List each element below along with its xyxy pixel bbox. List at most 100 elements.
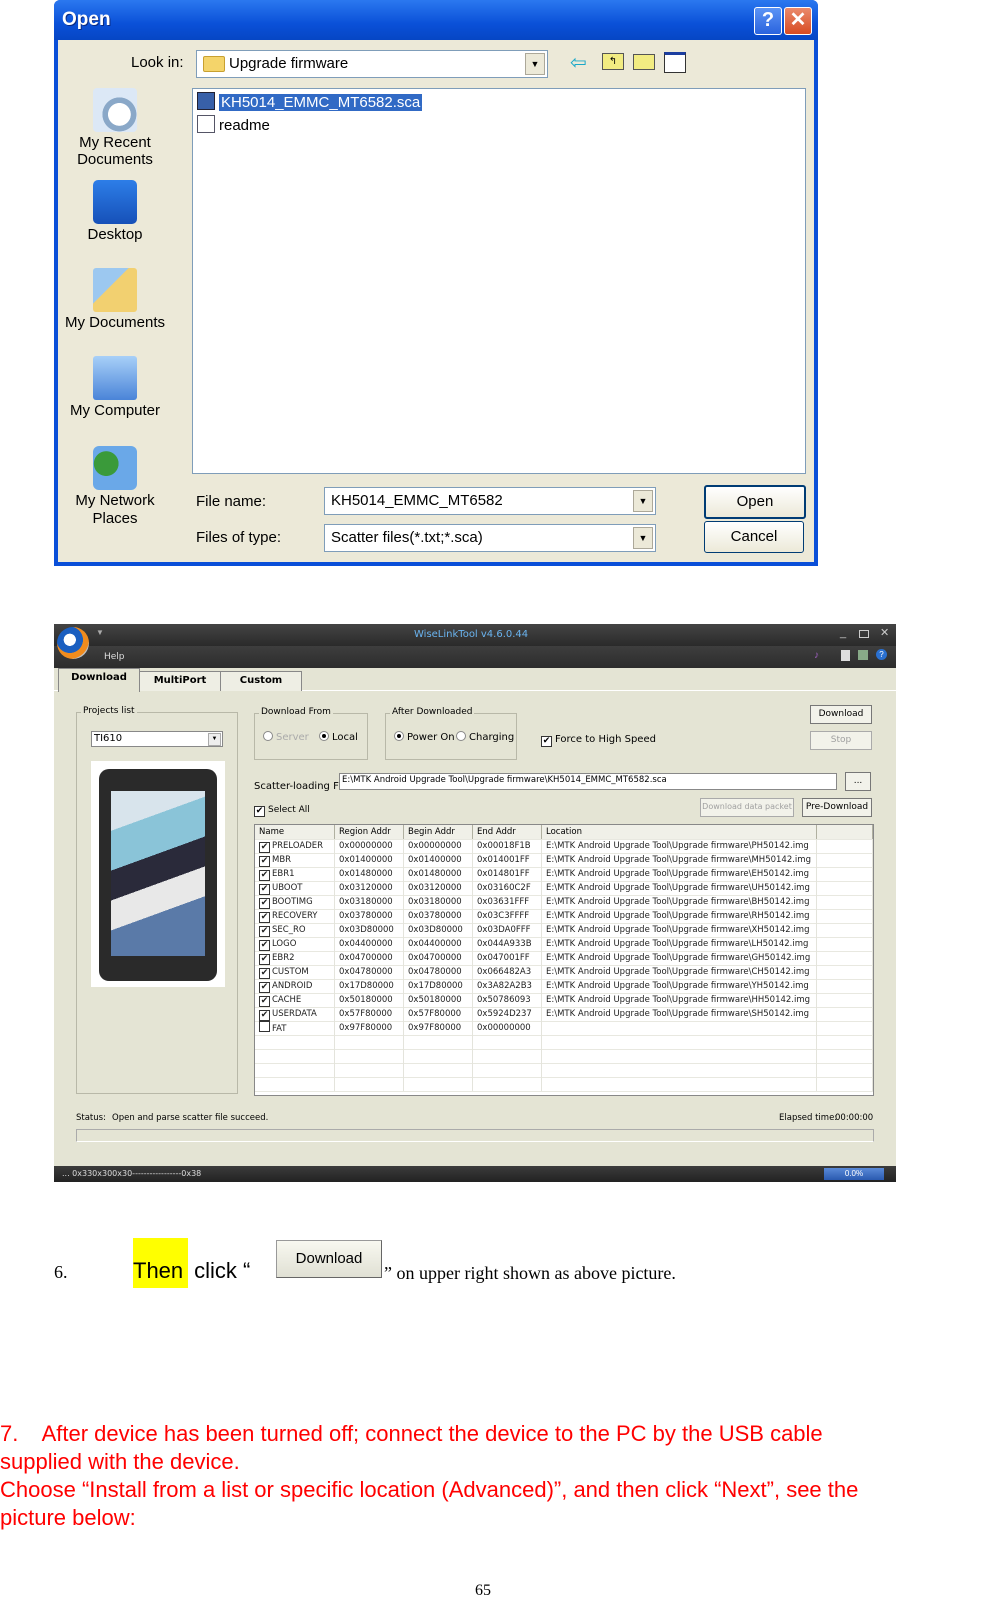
checkbox-checked-icon[interactable]: ✔ [259, 912, 270, 923]
skin-icon[interactable]: ♪ [814, 650, 819, 661]
column-header-region[interactable]: Region Addr [335, 825, 404, 839]
file-name-input[interactable]: KH5014_EMMC_MT6582 ▼ [324, 487, 656, 515]
help-button[interactable]: ? [754, 7, 782, 35]
file-type-dropdown[interactable]: Scatter files(*.txt;*.sca) ▼ [324, 524, 656, 552]
checkbox-checked-icon[interactable]: ✔ [259, 856, 270, 867]
after-downloaded-group: After Downloaded Power On Charging [385, 707, 517, 760]
checkbox-checked-icon[interactable]: ✔ [259, 996, 270, 1007]
checkbox-checked-icon[interactable]: ✔ [259, 968, 270, 979]
network-icon[interactable] [858, 650, 868, 660]
radio-local[interactable]: Local [319, 731, 358, 743]
checkbox-checked-icon[interactable]: ✔ [259, 870, 270, 881]
file-item[interactable]: KH5014_EMMC_MT6582.sca [197, 92, 423, 112]
partition-table[interactable]: Name Region Addr Begin Addr End Addr Loc… [254, 824, 874, 1096]
empty-cell [817, 1035, 873, 1049]
column-header-extra [817, 825, 873, 839]
empty-cell [817, 1049, 873, 1063]
chevron-down-icon[interactable]: ▼ [633, 527, 653, 549]
table-row[interactable]: ✔ LOGO 0x04400000 0x04400000 0x044A933B E:\MT… [255, 937, 873, 952]
view-menu-icon[interactable] [664, 52, 686, 73]
look-in-dropdown[interactable]: Upgrade firmware ▼ [196, 50, 548, 78]
download-data-packet-button[interactable]: Download data packet [700, 798, 794, 817]
table-row[interactable]: ✔ USERDATA 0x57F80000 0x57F80000 0x5924D237 E… [255, 1007, 873, 1022]
radio-label: Local [332, 732, 358, 743]
force-high-speed-checkbox[interactable]: ✔ Force to High Speed [541, 734, 656, 747]
column-header-name[interactable]: Name [255, 825, 335, 839]
column-header-begin[interactable]: Begin Addr [404, 825, 473, 839]
table-row[interactable]: ✔ BOOTIMG 0x03180000 0x03180000 0x03631FFF E:… [255, 895, 873, 910]
up-folder-icon[interactable]: ↰ [602, 53, 624, 70]
checkbox-checked-icon[interactable]: ✔ [259, 926, 270, 937]
checkbox-unchecked-icon[interactable] [259, 1021, 270, 1032]
partition-name: USERDATA [272, 1009, 317, 1019]
chevron-down-icon[interactable]: ▼ [525, 53, 545, 75]
place-desktop[interactable]: Desktop [60, 180, 170, 243]
minimize-icon[interactable]: _ [840, 627, 846, 639]
chevron-down-icon[interactable]: ▼ [633, 490, 653, 512]
column-header-location[interactable]: Location [542, 825, 817, 839]
tab-download[interactable]: Download [58, 668, 140, 692]
checkbox-checked-icon[interactable]: ✔ [259, 954, 270, 965]
about-icon[interactable]: ? [876, 649, 887, 660]
project-dropdown[interactable]: TI610 ▼ [91, 731, 223, 747]
file-name: readme [219, 117, 270, 134]
chevron-down-icon[interactable]: ▼ [208, 733, 221, 746]
open-button[interactable]: Open [704, 485, 806, 519]
place-my-recent-documents[interactable]: My Recent Documents [60, 88, 170, 168]
device-icon[interactable] [841, 650, 850, 661]
table-row[interactable]: FAT 0x97F80000 0x97F80000 0x00000000 [255, 1021, 873, 1036]
place-my-network-places[interactable]: My Network Places [60, 446, 170, 528]
table-row[interactable]: ✔ UBOOT 0x03120000 0x03120000 0x03160C2F E:\M… [255, 881, 873, 896]
quick-access-icon[interactable]: ▼ [96, 628, 104, 637]
table-row[interactable]: ✔ EBR1 0x01480000 0x01480000 0x014801FF E:\MT… [255, 867, 873, 882]
column-header-end[interactable]: End Addr [473, 825, 542, 839]
pre-download-button[interactable]: Pre-Download [802, 798, 872, 817]
radio-label: Charging [469, 732, 515, 743]
download-button[interactable]: Download [810, 705, 872, 724]
cell-location: E:\MTK Android Upgrade Tool\Upgrade firm… [542, 923, 817, 937]
file-item[interactable]: readme [197, 115, 270, 135]
place-my-computer[interactable]: My Computer [60, 356, 170, 419]
checkbox-checked-icon[interactable]: ✔ [259, 842, 270, 853]
maximize-icon[interactable] [859, 630, 869, 638]
checkbox-checked-icon[interactable]: ✔ [259, 982, 270, 993]
tab-multiport[interactable]: MultiPort [139, 671, 221, 691]
radio-charging[interactable]: Charging [456, 731, 514, 743]
checkbox-checked-icon[interactable]: ✔ [259, 940, 270, 951]
browse-button[interactable]: ... [845, 772, 871, 791]
scatter-file-input[interactable]: E:\MTK Android Upgrade Tool\Upgrade firm… [339, 773, 837, 790]
stop-button[interactable]: Stop [810, 731, 872, 750]
close-icon[interactable]: ✕ [880, 626, 889, 639]
app-logo[interactable] [57, 627, 89, 659]
close-button[interactable]: ✕ [784, 7, 812, 35]
new-folder-icon[interactable] [633, 54, 655, 70]
menu-help[interactable]: Help [104, 652, 125, 662]
back-arrow-icon[interactable]: ⇦ [570, 50, 587, 75]
checkbox-checked-icon[interactable]: ✔ [259, 898, 270, 909]
table-row[interactable]: ✔ CUSTOM 0x04780000 0x04780000 0x066482A3 E:\… [255, 965, 873, 980]
title-bar[interactable]: WiseLinkTool v4.6.0.44 ▼ _ ✕ [54, 624, 896, 646]
select-all-checkbox[interactable]: ✔ Select All [254, 805, 310, 817]
file-list[interactable]: KH5014_EMMC_MT6582.sca readme [192, 88, 806, 474]
table-row[interactable]: ✔ PRELOADER 0x00000000 0x00000000 0x00018F1B… [255, 839, 873, 854]
radio-server[interactable]: Server [263, 731, 309, 743]
dialog-title-bar[interactable]: Open ? ✕ [54, 0, 818, 40]
tab-custom[interactable]: Custom [220, 671, 302, 691]
table-row[interactable]: ✔ EBR2 0x04700000 0x04700000 0x047001FF E:\MT… [255, 951, 873, 966]
cell-extra [817, 965, 873, 979]
cell-location: E:\MTK Android Upgrade Tool\Upgrade firm… [542, 965, 817, 979]
empty-cell [335, 1035, 404, 1049]
table-row[interactable]: ✔ MBR 0x01400000 0x01400000 0x014001FF E:\MTK… [255, 853, 873, 868]
checkbox-checked-icon[interactable]: ✔ [259, 1010, 270, 1021]
cancel-button[interactable]: Cancel [704, 521, 804, 553]
table-row[interactable]: ✔ SEC_RO 0x03D80000 0x03D80000 0x03DA0FFF E:\… [255, 923, 873, 938]
radio-power-on[interactable]: Power On [394, 731, 455, 743]
partition-name: FAT [272, 1024, 287, 1034]
cell-name: ✔ USERDATA [255, 1007, 335, 1021]
table-row[interactable]: ✔ CACHE 0x50180000 0x50180000 0x50786093 E:\M… [255, 993, 873, 1008]
table-row[interactable]: ✔ ANDROID 0x17D80000 0x17D80000 0x3A82A2B3 E:… [255, 979, 873, 994]
table-row[interactable]: ✔ RECOVERY 0x03780000 0x03780000 0x03C3FFFF E… [255, 909, 873, 924]
step-7-line: picture below: [0, 1505, 136, 1530]
place-my-documents[interactable]: My Documents [60, 268, 170, 331]
checkbox-checked-icon[interactable]: ✔ [259, 884, 270, 895]
